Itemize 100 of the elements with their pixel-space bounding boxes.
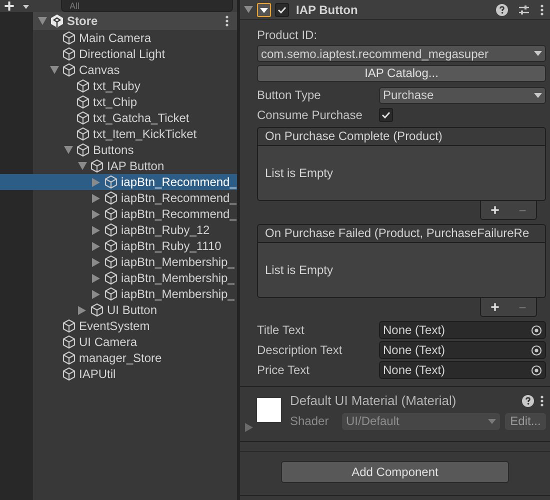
event-list-header: On Purchase Complete (Product)	[257, 127, 546, 146]
target-icon[interactable]	[531, 324, 542, 336]
add-item-button[interactable]: +	[490, 202, 500, 218]
help-icon[interactable]	[522, 395, 534, 407]
component-title: IAP Button	[296, 2, 358, 18]
tree-item[interactable]: IAP Button	[0, 158, 237, 174]
field-label: Description Text	[257, 342, 344, 359]
collapse-arrow-icon[interactable]	[92, 242, 100, 250]
checkmark-icon	[381, 110, 391, 120]
field-label: Shader	[290, 413, 330, 430]
tree-item[interactable]: iapBtn_Ruby_12	[0, 222, 237, 238]
cube-icon	[104, 239, 118, 253]
field-label: Title Text	[257, 322, 306, 339]
scene-header[interactable]: Store	[33, 12, 237, 30]
component-icon	[257, 2, 271, 16]
cube-icon	[104, 191, 118, 205]
field-label: Button Type	[257, 87, 322, 104]
more-icon[interactable]	[540, 395, 544, 407]
more-icon[interactable]	[540, 4, 544, 16]
tree-item[interactable]: txt_Ruby	[0, 78, 237, 94]
object-field[interactable]: None (Text)	[379, 341, 546, 359]
field-label: Consume Purchase	[257, 107, 364, 124]
object-field[interactable]: None (Text)	[379, 321, 546, 339]
expand-arrow-icon[interactable]	[78, 162, 86, 170]
tree-item[interactable]: UI Camera	[0, 334, 237, 350]
scene-icon	[50, 14, 64, 28]
tree-item[interactable]: EventSystem	[0, 318, 237, 334]
collapse-arrow-icon[interactable]	[92, 290, 100, 298]
object-field[interactable]: None (Text)	[379, 361, 546, 379]
tree-item[interactable]: Canvas	[0, 62, 237, 78]
tree-item[interactable]: iapBtn_Membership_	[0, 254, 237, 270]
target-icon[interactable]	[531, 364, 542, 376]
cube-icon	[104, 271, 118, 285]
collapse-arrow-icon[interactable]	[92, 194, 100, 202]
cube-icon	[104, 175, 118, 189]
cube-icon	[76, 127, 90, 141]
collapse-arrow-icon[interactable]	[78, 306, 86, 314]
cube-icon	[76, 79, 90, 93]
collapse-arrow-icon[interactable]	[92, 210, 100, 218]
product-id-dropdown[interactable]: com.semo.iaptest.recommend_megasuper	[257, 45, 546, 62]
help-icon[interactable]	[496, 4, 508, 16]
cube-icon	[76, 95, 90, 109]
tree-item[interactable]: iapBtn_Recommend_	[0, 206, 237, 222]
tree-item[interactable]: Buttons	[0, 142, 237, 158]
cube-icon	[62, 63, 76, 77]
dropdown-caret-icon	[534, 51, 542, 56]
tree-item[interactable]: UI Button	[0, 302, 237, 318]
collapse-arrow-icon[interactable]	[92, 226, 100, 234]
add-item-button[interactable]: +	[490, 300, 500, 314]
search-field[interactable]: All	[60, 0, 233, 12]
iap-catalog-button[interactable]: IAP Catalog...	[257, 65, 546, 82]
target-icon[interactable]	[531, 344, 542, 356]
expand-arrow-icon[interactable]	[50, 66, 58, 74]
enable-checkbox[interactable]	[275, 2, 289, 16]
cube-icon	[104, 287, 118, 301]
button-type-dropdown[interactable]: Purchase	[379, 86, 546, 104]
tree-item[interactable]: manager_Store	[0, 350, 237, 366]
consume-purchase-checkbox[interactable]	[379, 108, 393, 122]
empty-list-text: List is Empty	[265, 262, 334, 279]
add-button[interactable]: +	[4, 0, 15, 12]
expand-arrow-icon[interactable]	[64, 146, 72, 154]
material-swatch	[257, 398, 281, 422]
expand-arrow-icon[interactable]	[245, 423, 253, 432]
more-icon[interactable]	[225, 15, 229, 27]
cube-icon	[62, 47, 76, 61]
cube-icon	[104, 223, 118, 237]
settings-icon[interactable]	[518, 4, 530, 16]
tree-item[interactable]: iapBtn_Membership_	[0, 270, 237, 286]
tree-item[interactable]: iapBtn_Ruby_1110	[0, 238, 237, 254]
tree-item[interactable]: iapBtn_Recommend_	[0, 190, 237, 206]
material-title: Default UI Material (Material)	[290, 392, 458, 410]
expand-arrow-icon[interactable]	[38, 17, 46, 25]
event-list-header: On Purchase Failed (Product, PurchaseFailureRe	[257, 224, 546, 243]
tree-item[interactable]: txt_Chip	[0, 94, 237, 110]
empty-list-text: List is Empty	[265, 165, 334, 182]
field-label: Price Text	[257, 362, 310, 379]
collapse-arrow-icon[interactable]	[92, 258, 100, 266]
tree-item[interactable]: Directional Light	[0, 46, 237, 62]
dropdown-caret-icon	[22, 5, 29, 9]
tree-item[interactable]: txt_Item_KickTicket	[0, 126, 237, 142]
collapse-arrow-icon[interactable]	[92, 178, 100, 186]
cube-icon	[62, 367, 76, 381]
add-component-button[interactable]: Add Component	[281, 461, 509, 483]
checkmark-icon	[277, 4, 287, 14]
cube-icon	[62, 335, 76, 349]
tree-item[interactable]: iapBtn_Membership_	[0, 286, 237, 302]
tree-item[interactable]: IAPUtil	[0, 366, 237, 382]
tree-item[interactable]: Main Camera	[0, 30, 237, 46]
cube-icon	[62, 351, 76, 365]
tree-item[interactable]: iapBtn_Recommend_	[0, 174, 237, 190]
tree-item[interactable]: txt_Gatcha_Ticket	[0, 110, 237, 126]
field-label: Product ID:	[257, 27, 318, 44]
cube-icon	[76, 111, 90, 125]
dropdown-caret-icon	[488, 418, 496, 424]
cube-icon	[90, 159, 104, 173]
cube-icon	[62, 31, 76, 45]
cube-icon	[104, 207, 118, 221]
cube-icon	[76, 143, 90, 157]
expand-arrow-icon[interactable]	[244, 5, 253, 14]
collapse-arrow-icon[interactable]	[92, 274, 100, 282]
